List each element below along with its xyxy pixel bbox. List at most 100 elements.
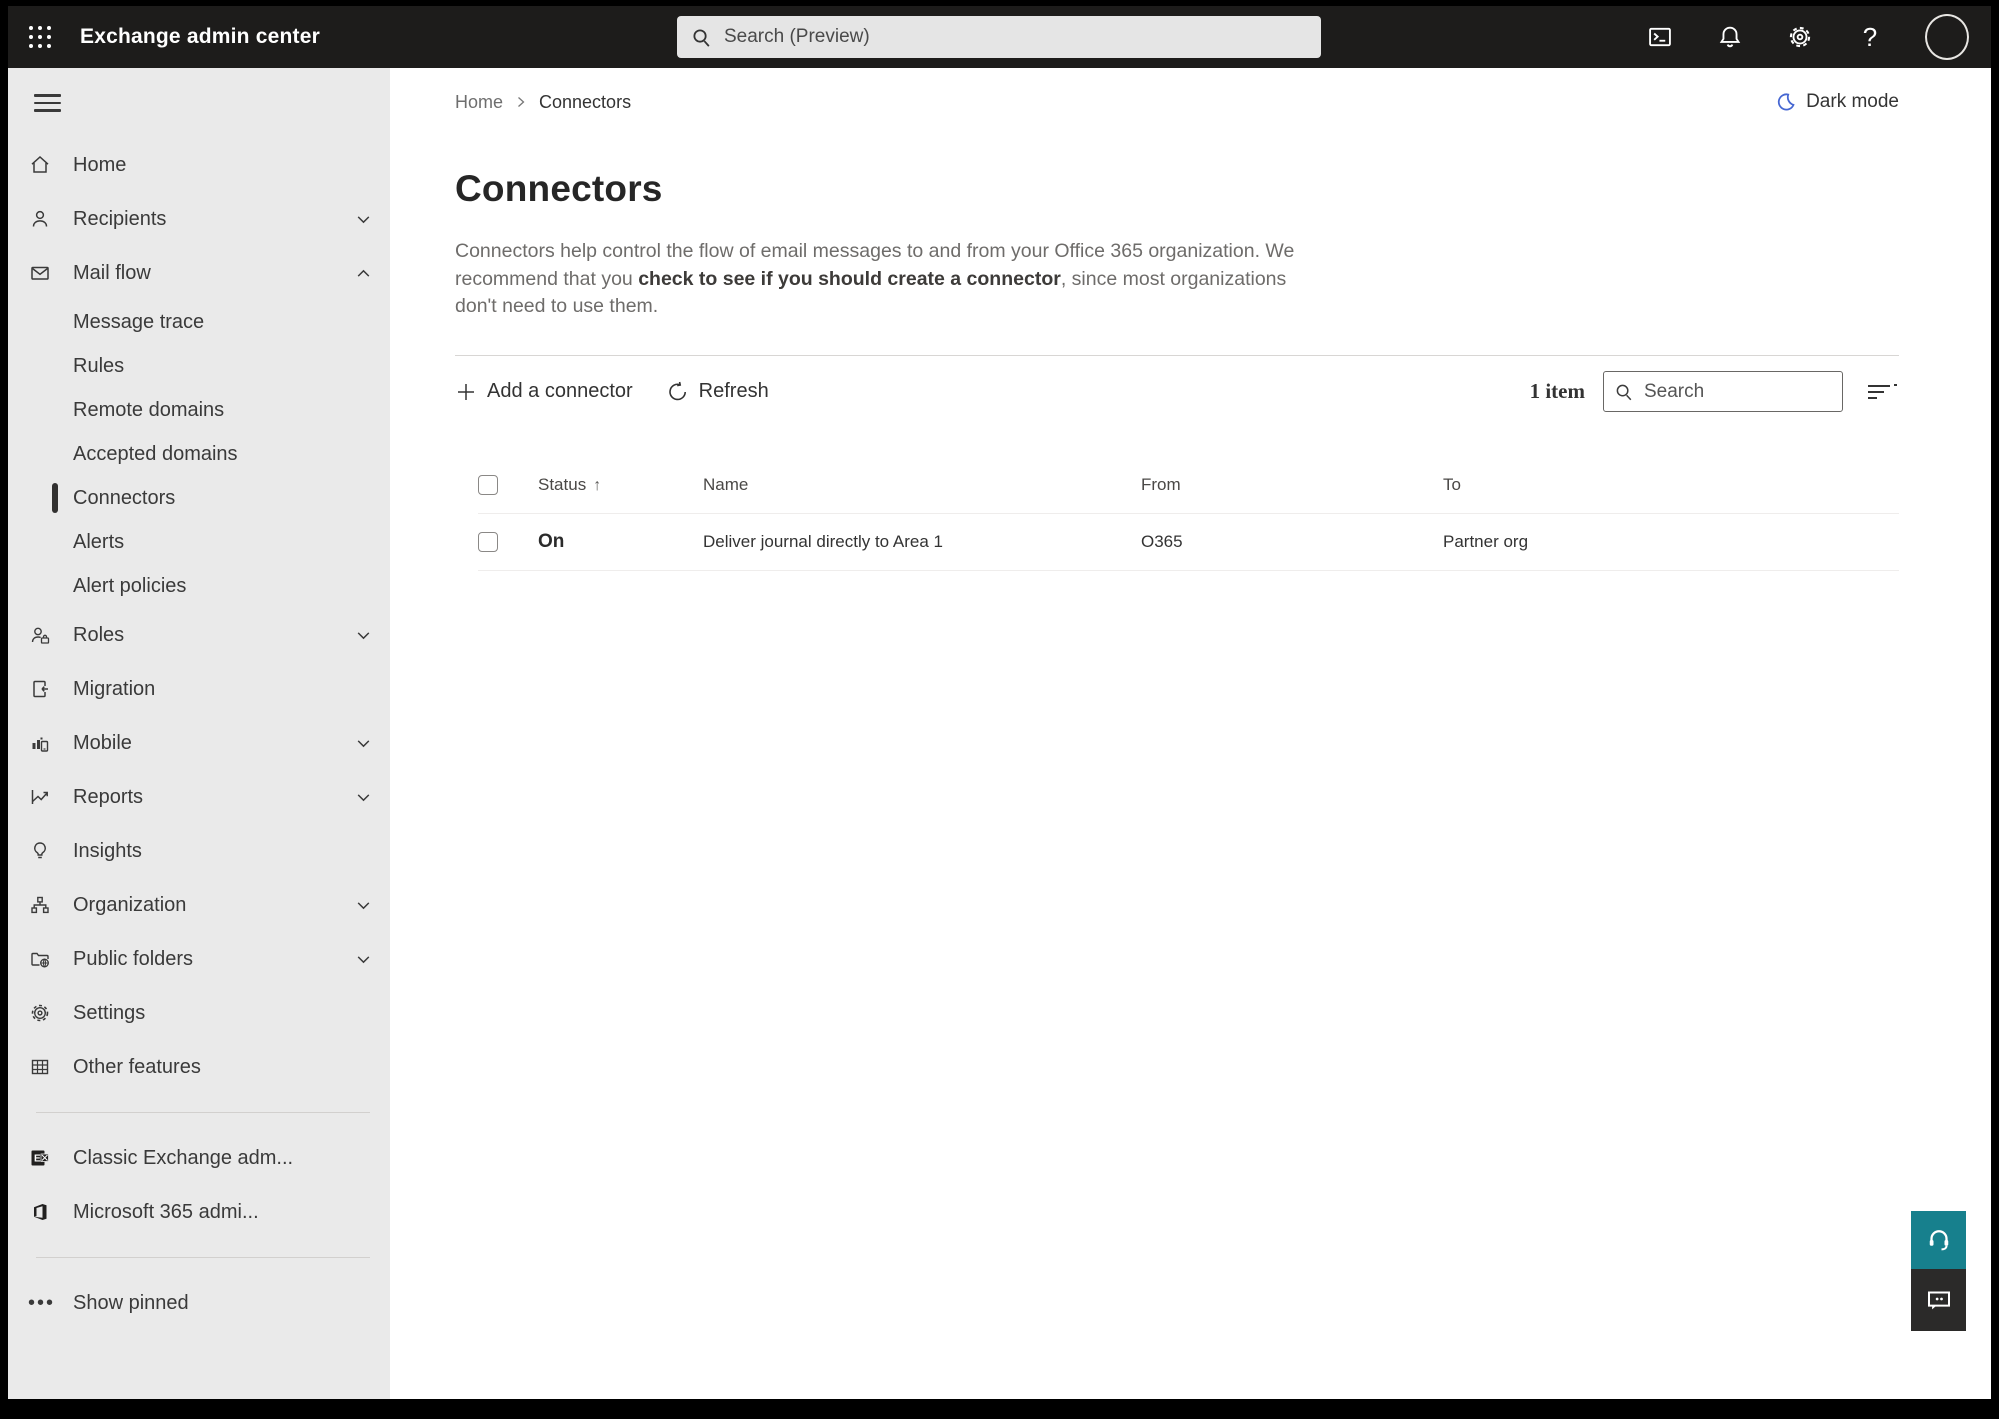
dark-mode-toggle[interactable]: Dark mode	[1774, 91, 1899, 114]
page-title: Connectors	[455, 168, 663, 209]
lightbulb-icon	[28, 839, 52, 863]
floating-buttons	[1911, 1211, 1966, 1331]
refresh-label: Refresh	[698, 380, 769, 402]
column-header-status[interactable]: Status ↑	[538, 475, 703, 495]
sidebar-item-classic-exchange[interactable]: E Classic Exchange adm...	[8, 1131, 390, 1185]
nav-collapse-button[interactable]	[8, 68, 390, 138]
notifications-button[interactable]	[1715, 22, 1745, 52]
table-icon	[28, 1055, 52, 1079]
sidebar-item-rules[interactable]: Rules	[8, 344, 390, 388]
sidebar-item-connectors[interactable]: Connectors	[8, 476, 390, 520]
search-icon	[1616, 384, 1632, 400]
sidebar-item-accepted-domains[interactable]: Accepted domains	[8, 432, 390, 476]
column-header-label: Name	[703, 475, 749, 494]
sidebar-item-recipients[interactable]: Recipients	[8, 192, 390, 246]
main-content: Home Connectors Dark mode Connectors Con…	[390, 68, 1991, 1399]
sidebar-item-label: Settings	[73, 1001, 146, 1024]
chat-icon	[1927, 1291, 1950, 1310]
global-search-box[interactable]	[677, 16, 1321, 58]
global-search-input[interactable]	[724, 26, 1307, 48]
exchange-logo-icon: E	[28, 1146, 52, 1170]
gear-icon	[28, 1001, 52, 1025]
support-button[interactable]	[1911, 1211, 1966, 1269]
filter-button[interactable]	[1865, 377, 1899, 407]
ellipsis-icon: •••	[28, 1291, 56, 1314]
select-all-checkbox[interactable]	[478, 475, 498, 495]
show-pinned-button[interactable]: ••• Show pinned	[8, 1276, 390, 1330]
sidebar-item-public-folders[interactable]: Public folders	[8, 932, 390, 986]
list-toolbar: Add a connector Refresh 1 item	[455, 356, 1899, 428]
terminal-icon	[1649, 27, 1671, 47]
help-icon: ?	[1862, 21, 1878, 52]
sidebar-item-label: Mail flow	[73, 261, 151, 284]
settings-button[interactable]	[1785, 22, 1815, 52]
show-pinned-label: Show pinned	[73, 1291, 189, 1314]
sidebar-item-remote-domains[interactable]: Remote domains	[8, 388, 390, 432]
sidebar-item-insights[interactable]: Insights	[8, 824, 390, 878]
breadcrumb: Home Connectors	[455, 92, 631, 113]
column-header-to[interactable]: To	[1443, 475, 1899, 495]
sidebar-item-settings[interactable]: Settings	[8, 986, 390, 1040]
sidebar-item-alerts[interactable]: Alerts	[8, 520, 390, 564]
sidebar-item-migration[interactable]: Migration	[8, 662, 390, 716]
search-icon	[693, 28, 710, 47]
column-header-from[interactable]: From	[1141, 475, 1443, 495]
bell-icon	[1719, 26, 1741, 48]
connector-to: Partner org	[1443, 531, 1529, 551]
selected-indicator	[52, 483, 58, 513]
connector-status: On	[538, 530, 565, 552]
table-row[interactable]: On Deliver journal directly to Area 1 O3…	[478, 514, 1899, 571]
sidebar-item-home[interactable]: Home	[8, 138, 390, 192]
plus-icon	[458, 383, 474, 400]
sidebar-item-mobile[interactable]: Mobile	[8, 716, 390, 770]
help-button[interactable]: ?	[1855, 22, 1885, 52]
chevron-down-icon	[357, 216, 370, 224]
breadcrumb-home-link[interactable]: Home	[455, 92, 503, 113]
divider	[36, 1112, 370, 1113]
public-folder-icon	[28, 947, 52, 971]
sidebar-item-label: Home	[73, 153, 127, 176]
chevron-down-icon	[357, 740, 370, 748]
column-header-name[interactable]: Name	[703, 475, 1141, 495]
home-icon	[28, 153, 52, 177]
app-launcher-icon	[29, 26, 51, 48]
sidebar-item-label: Alert policies	[73, 574, 187, 597]
sidebar-item-message-trace[interactable]: Message trace	[8, 300, 390, 344]
sidebar-item-microsoft-365[interactable]: Microsoft 365 admi...	[8, 1185, 390, 1239]
divider	[36, 1257, 370, 1258]
row-checkbox[interactable]	[478, 531, 498, 552]
list-search-box[interactable]	[1603, 371, 1843, 412]
terminal-button[interactable]	[1645, 22, 1675, 52]
sidebar-item-label: Mobile	[73, 731, 132, 754]
app-launcher-button[interactable]	[8, 6, 72, 68]
refresh-icon	[668, 381, 686, 400]
refresh-button[interactable]: Refresh	[667, 380, 769, 403]
sidebar-item-label: Remote domains	[73, 398, 225, 421]
mail-icon	[28, 261, 52, 285]
sidebar-item-roles[interactable]: Roles	[8, 608, 390, 662]
sidebar-item-mail-flow[interactable]: Mail flow	[8, 246, 390, 300]
sort-ascending-icon: ↑	[593, 477, 602, 494]
sidebar-item-alert-policies[interactable]: Alert policies	[8, 564, 390, 608]
moon-icon	[1777, 92, 1795, 110]
sidebar-item-label: Organization	[73, 893, 187, 916]
hamburger-icon	[34, 89, 61, 117]
dark-mode-label: Dark mode	[1806, 91, 1899, 112]
list-search-input[interactable]	[1644, 380, 1832, 403]
chevron-down-icon	[357, 632, 370, 640]
sidebar-item-other-features[interactable]: Other features	[8, 1040, 390, 1094]
sidebar-item-label: Other features	[73, 1055, 201, 1078]
account-avatar[interactable]	[1925, 14, 1969, 60]
sidebar-item-label: Reports	[73, 785, 144, 808]
connector-name-link[interactable]: Deliver journal directly to Area 1	[703, 532, 943, 551]
migration-icon	[28, 677, 52, 701]
chevron-right-icon	[518, 97, 525, 107]
check-connector-link[interactable]: check to see if you should create a conn…	[638, 268, 1061, 290]
chevron-down-icon	[357, 902, 370, 910]
sidebar-item-organization[interactable]: Organization	[8, 878, 390, 932]
sidebar-item-reports[interactable]: Reports	[8, 770, 390, 824]
sidebar-item-label: Message trace	[73, 310, 205, 333]
person-icon	[28, 207, 52, 231]
feedback-button[interactable]	[1911, 1269, 1966, 1331]
add-connector-button[interactable]: Add a connector	[455, 380, 633, 403]
